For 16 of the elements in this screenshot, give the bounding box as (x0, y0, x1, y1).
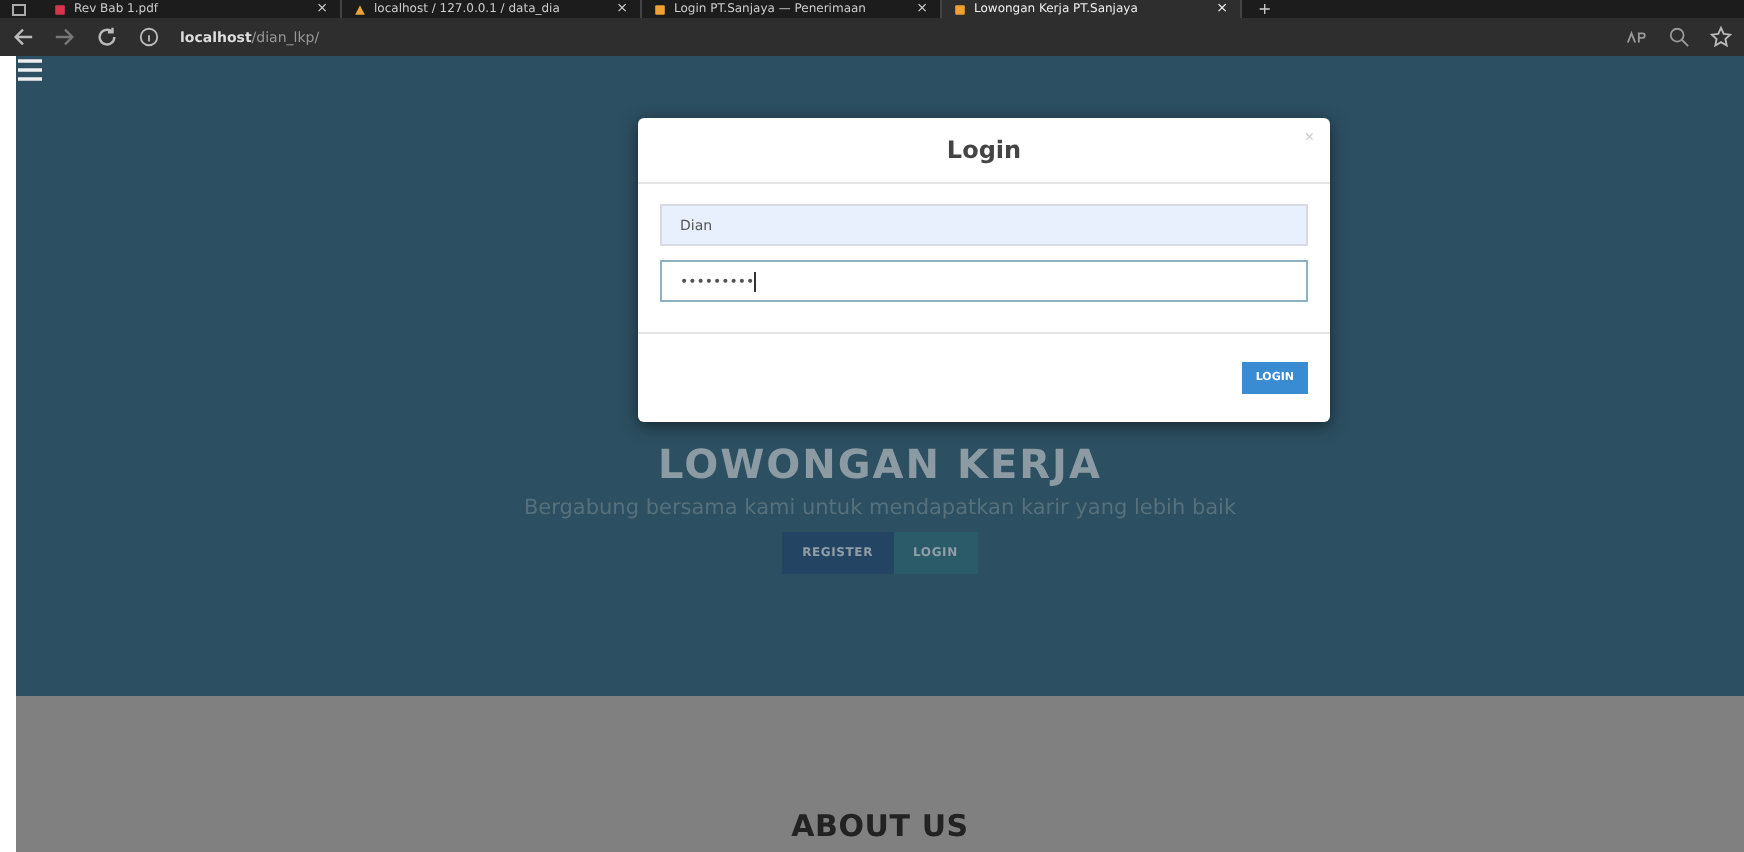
section-title: ABOUT US (791, 808, 969, 844)
hero-title: LOWONGAN KERJA (656, 440, 1104, 488)
zoom-icon[interactable] (1668, 26, 1690, 48)
menu-icon[interactable] (16, 56, 44, 84)
page-icon (954, 3, 966, 15)
info-icon[interactable] (138, 26, 160, 48)
document-icon (54, 3, 66, 15)
window-icon[interactable] (12, 3, 26, 15)
new-tab-button[interactable]: + (1258, 1, 1272, 17)
reader-icon[interactable] (1626, 26, 1648, 48)
star-icon[interactable] (1710, 26, 1732, 48)
forward-icon[interactable] (54, 26, 76, 48)
dialog-title: Login (946, 136, 1022, 164)
back-icon[interactable] (12, 26, 34, 48)
reload-icon[interactable] (96, 26, 118, 48)
page-icon (654, 3, 666, 15)
